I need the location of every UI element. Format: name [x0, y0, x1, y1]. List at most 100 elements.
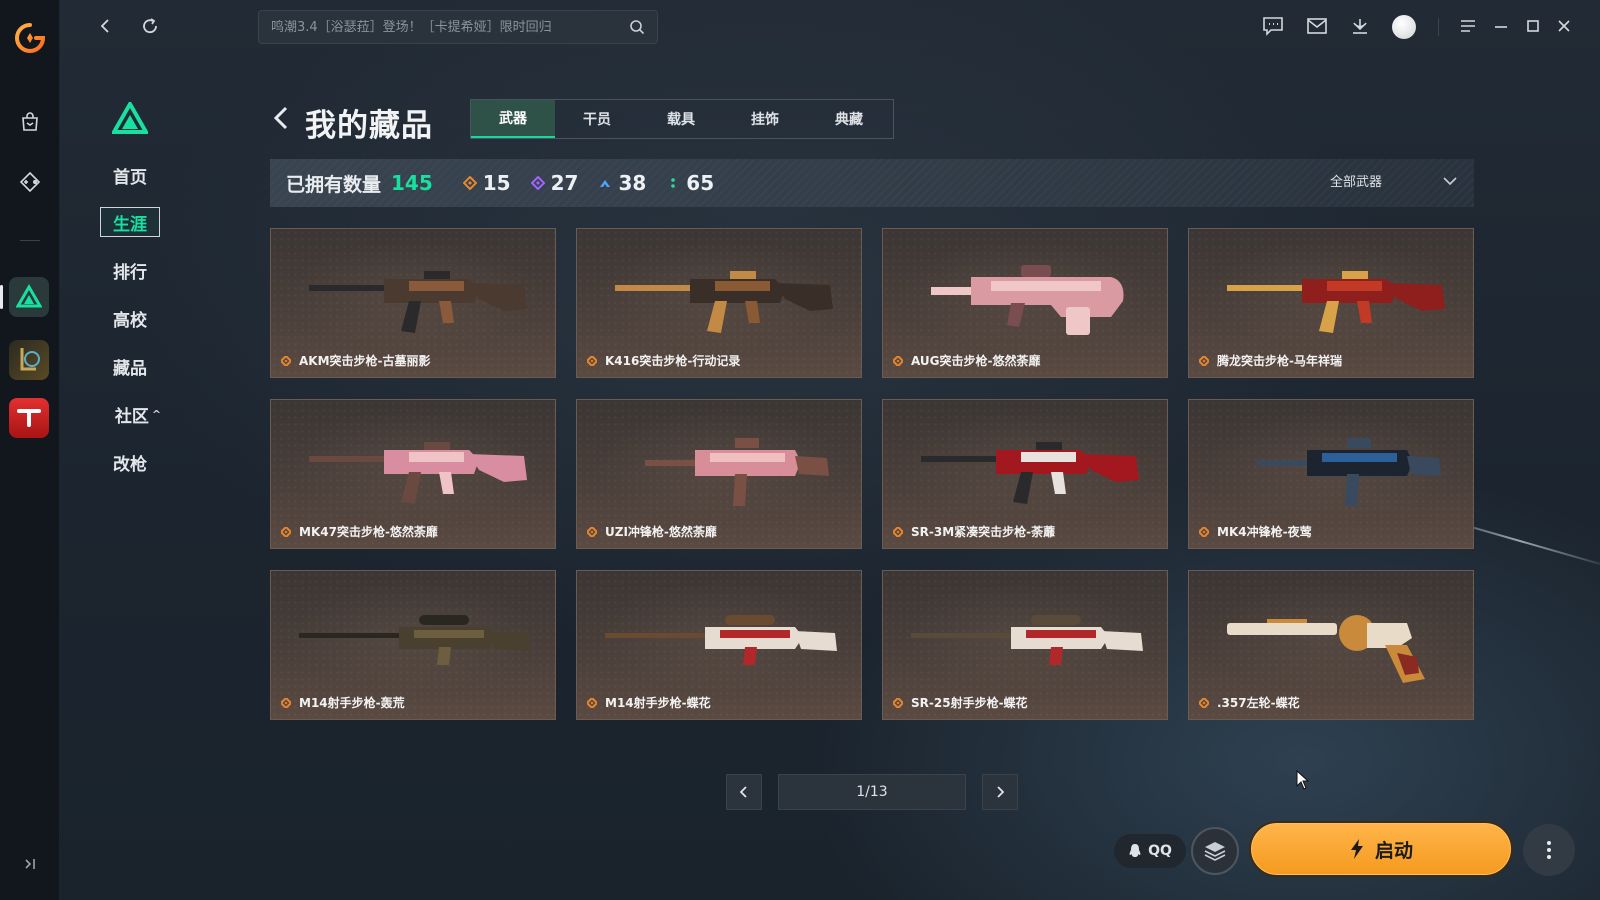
weapon-card[interactable]: K416突击步枪-行动记录 [576, 228, 862, 378]
weapon-card[interactable]: UZI冲锋枪-悠然荼靡 [576, 399, 862, 549]
menu-icon[interactable] [1456, 14, 1480, 38]
minimize-icon[interactable] [1489, 14, 1513, 38]
refresh-button[interactable] [138, 14, 162, 38]
search-icon[interactable] [629, 19, 645, 35]
gun-magazine [1345, 474, 1359, 506]
user-avatar[interactable] [1392, 15, 1416, 39]
gun-stock [795, 631, 837, 651]
orange-diamond-icon [893, 526, 903, 537]
weapon-name: M14射手步枪-轰荒 [299, 696, 405, 710]
collapse-rail-icon[interactable] [20, 854, 40, 874]
back-arrow-icon[interactable] [270, 104, 294, 132]
tab-vehicles[interactable]: 载具 [639, 100, 723, 138]
tab-operators[interactable]: 干员 [555, 100, 639, 138]
weapon-label: SR-25射手步枪-蝶花 [893, 694, 1028, 711]
owned-count-total: 145 [391, 171, 433, 195]
qq-login-button[interactable]: QQ [1114, 834, 1186, 868]
next-page-button[interactable] [982, 774, 1018, 810]
more-options-button[interactable] [1523, 824, 1575, 876]
weapon-card[interactable]: M14射手步枪-蝶花 [576, 570, 862, 720]
weapon-label: MK47突击步枪-悠然荼靡 [281, 523, 438, 540]
gun-grip [1049, 647, 1063, 665]
tab-weapons[interactable]: 武器 [471, 100, 555, 138]
gun-barrel [1227, 623, 1337, 635]
weapon-label: K416突击步枪-行动记录 [587, 352, 740, 369]
weapon-image [309, 271, 527, 333]
search-bar[interactable] [258, 10, 658, 44]
launch-game-button[interactable]: 启动 [1249, 821, 1513, 877]
nav-collection-label: 藏品 [113, 358, 147, 379]
gun-accent [1021, 452, 1076, 462]
launch-label: 启动 [1374, 839, 1413, 862]
nav-gunsmith[interactable]: 改枪 [100, 447, 160, 477]
weapon-card[interactable]: SR-25射手步枪-蝶花 [882, 570, 1168, 720]
weapon-card[interactable]: AKM突击步枪-古墓丽影 [270, 228, 556, 378]
lightning-icon [1350, 839, 1363, 859]
nav-college[interactable]: 高校 [100, 303, 160, 333]
rail-game-delta-force[interactable] [9, 277, 49, 317]
weapon-card[interactable]: M14射手步枪-轰荒 [270, 570, 556, 720]
weapon-image [299, 615, 531, 665]
gun-sight [1021, 265, 1051, 277]
tab-charms[interactable]: 挂饰 [723, 100, 807, 138]
nav-gunsmith-label: 改枪 [113, 454, 147, 475]
nav-collection[interactable]: 藏品 [100, 351, 160, 381]
gun-magazine [733, 474, 747, 506]
gun-stock [775, 283, 833, 311]
weapon-image [309, 442, 527, 504]
nav-ranking[interactable]: 排行 [100, 255, 160, 285]
gun-magazine [707, 301, 727, 333]
gun-magazine [1066, 307, 1090, 335]
nav-community[interactable]: 社区 ^ [108, 399, 168, 429]
orange-diamond-icon [1199, 526, 1209, 537]
nav-career[interactable]: 生涯 [100, 207, 160, 237]
chevron-up-icon: ^ [151, 407, 162, 421]
weapon-card[interactable]: .357左轮-蝶花 [1188, 570, 1474, 720]
gun-stock [795, 456, 829, 476]
prev-page-button[interactable] [726, 774, 762, 810]
maximize-icon[interactable] [1521, 14, 1545, 38]
gun-grip [1357, 301, 1372, 323]
nav-home-label: 首页 [113, 167, 147, 188]
weapon-filter-dropdown[interactable]: 全部武器 [1330, 171, 1458, 190]
weapon-card[interactable]: AUG突击步枪-悠然荼靡 [882, 228, 1168, 378]
green-dots-icon [671, 178, 676, 188]
league-icon [20, 348, 40, 371]
gun-accent [1322, 453, 1397, 462]
gun-scope [1031, 615, 1081, 625]
weapon-card[interactable]: 腾龙突击步枪-马年祥瑞 [1188, 228, 1474, 378]
weapon-image [1227, 271, 1445, 333]
layers-icon [1204, 842, 1226, 861]
rail-game-lol[interactable] [9, 340, 49, 380]
gun-stock [1407, 456, 1441, 476]
gun-sight [730, 271, 756, 279]
game-center-icon[interactable] [14, 166, 46, 198]
gun-magazine [401, 301, 421, 333]
weapon-card[interactable]: MK47突击步枪-悠然荼靡 [270, 399, 556, 549]
nav-career-label: 生涯 [113, 214, 147, 235]
weapon-image [1257, 438, 1441, 506]
gun-grip [745, 301, 760, 323]
game-layers-button[interactable] [1191, 827, 1239, 875]
rail-game-tencent[interactable] [9, 398, 49, 438]
mouse-cursor-icon [1296, 770, 1310, 790]
tab-collectibles[interactable]: 典藏 [807, 100, 891, 138]
store-bag-icon[interactable] [14, 106, 46, 138]
chevron-left-icon [100, 19, 109, 33]
weapon-label: MK4冲锋枪-夜莺 [1199, 523, 1312, 540]
search-input[interactable] [271, 19, 629, 35]
weapon-name: MK4冲锋枪-夜莺 [1217, 525, 1312, 539]
mail-icon[interactable] [1305, 14, 1329, 38]
top-bar [60, 0, 1600, 52]
nav-home[interactable]: 首页 [100, 160, 160, 190]
gun-sight [424, 271, 450, 279]
weapon-card[interactable]: MK4冲锋枪-夜莺 [1188, 399, 1474, 549]
back-nav-button[interactable] [94, 14, 118, 38]
chat-icon[interactable] [1261, 14, 1285, 38]
download-icon[interactable] [1348, 14, 1372, 38]
close-icon[interactable] [1552, 14, 1576, 38]
rarity-count-purple: 27 [530, 171, 579, 195]
rarity-count-value: 27 [550, 171, 579, 195]
app-logo-icon[interactable] [14, 22, 46, 54]
weapon-card[interactable]: SR-3M紧凑突击步枪-荼蘼 [882, 399, 1168, 549]
